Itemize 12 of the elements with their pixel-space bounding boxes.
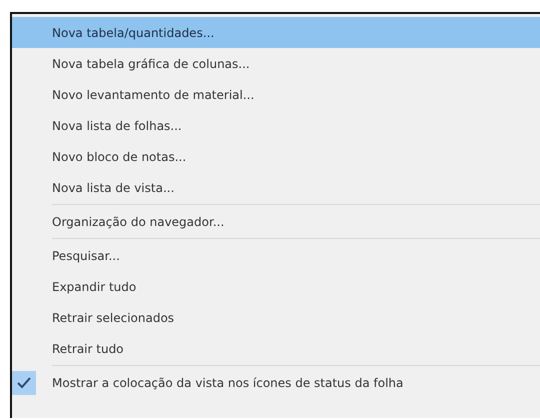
menu-item[interactable]: Nova tabela/quantidades... (12, 17, 540, 48)
menu-item[interactable]: Nova lista de folhas... (12, 110, 540, 141)
menu-item[interactable]: Organização do navegador... (12, 206, 540, 237)
menu-item[interactable]: Retrair selecionados (12, 302, 540, 333)
menu-item[interactable]: Pesquisar... (12, 240, 540, 271)
menu-item[interactable]: Novo bloco de notas... (12, 141, 540, 172)
menu-item[interactable]: Novo levantamento de material... (12, 79, 540, 110)
menu-item[interactable]: Mostrar a colocação da vista nos ícones de status da folha (12, 367, 540, 398)
menu-item[interactable]: Nova lista de vista... (12, 172, 540, 203)
menu-item[interactable]: Retrair tudo (12, 333, 540, 364)
menu-item[interactable]: Expandir tudo (12, 271, 540, 302)
menu-item[interactable]: Nova tabela gráfica de colunas... (12, 48, 540, 79)
